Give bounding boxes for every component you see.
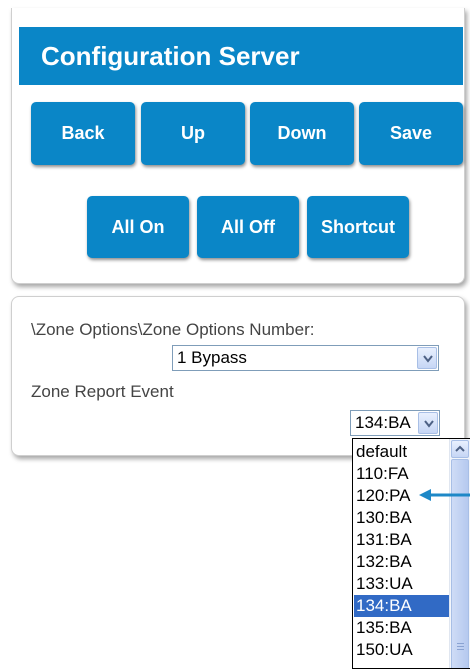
list-item[interactable]: 135:BA xyxy=(354,617,451,639)
chevron-down-icon[interactable] xyxy=(417,347,437,369)
back-button[interactable]: Back xyxy=(31,102,135,165)
page-title: Configuration Server xyxy=(19,27,463,85)
list-item[interactable]: 110:FA xyxy=(354,463,451,485)
chevron-up-icon xyxy=(455,445,465,452)
report-event-dropdown-list[interactable]: default 110:FA 120:PA 130:BA 131:BA 132:… xyxy=(352,438,470,669)
list-item[interactable]: 130:BA xyxy=(354,507,451,529)
save-button[interactable]: Save xyxy=(359,102,463,165)
pointer-arrow-icon xyxy=(419,489,470,501)
list-item[interactable]: 132:BA xyxy=(354,551,451,573)
down-button[interactable]: Down xyxy=(250,102,354,165)
list-item-selected[interactable]: 134:BA xyxy=(354,595,451,617)
list-item[interactable]: 131:BA xyxy=(354,529,451,551)
up-button[interactable]: Up xyxy=(141,102,245,165)
scroll-up-button[interactable] xyxy=(451,440,469,458)
all-off-button[interactable]: All Off xyxy=(197,196,299,258)
list-item[interactable]: default xyxy=(354,441,451,463)
zone-number-select[interactable]: 1 Bypass xyxy=(172,345,439,371)
list-item[interactable]: 150:UA xyxy=(354,639,451,661)
zone-number-value: 1 Bypass xyxy=(177,348,247,367)
chevron-down-icon[interactable] xyxy=(418,412,438,434)
list-scrollbar[interactable] xyxy=(449,439,470,668)
zone-options-path-label: \Zone Options\Zone Options Number: xyxy=(31,320,315,339)
all-on-button[interactable]: All On xyxy=(87,196,189,258)
report-event-value: 134:BA xyxy=(355,413,411,432)
shortcut-button[interactable]: Shortcut xyxy=(307,196,409,258)
zone-report-event-label: Zone Report Event xyxy=(31,382,174,401)
report-event-select[interactable]: 134:BA xyxy=(350,410,440,436)
list-item[interactable]: 133:UA xyxy=(354,573,451,595)
